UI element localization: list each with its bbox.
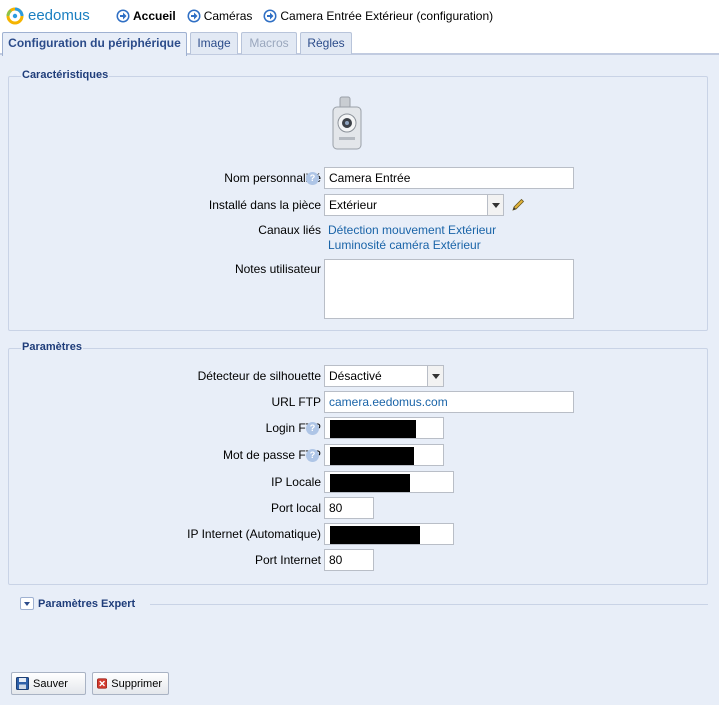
piece-row: Installé dans la pièce Extérieur (9, 194, 709, 216)
pencil-icon[interactable] (510, 197, 526, 213)
tab-image[interactable]: Image (190, 32, 238, 54)
ip-internet-label: IP Internet (Automatique) (187, 527, 321, 541)
url-ftp-input[interactable]: camera.eedomus.com (324, 391, 574, 413)
notes-label: Notes utilisateur (234, 262, 321, 276)
breadcrumb-label: Camera Entrée Extérieur (configuration) (280, 8, 494, 23)
canaux-row: Canaux liés Détection mouvement Extérieu… (9, 223, 709, 257)
top-bar: eedomus Accueil Caméras Camera Entrée Ex… (0, 0, 719, 31)
url-ftp-row: URL FTP camera.eedomus.com (9, 391, 709, 413)
save-label: Sauver (33, 677, 68, 690)
ip-locale-label: IP Locale (271, 475, 321, 489)
chevron-down-icon[interactable] (427, 366, 443, 386)
notes-row: Notes utilisateur (9, 259, 709, 321)
port-internet-label: Port Internet (254, 553, 321, 567)
redacted-value (330, 526, 420, 544)
login-ftp-row: Login FTP ? (9, 417, 709, 439)
redacted-value (330, 420, 416, 438)
floppy-disk-icon (16, 677, 29, 690)
logo[interactable]: eedomus (6, 7, 116, 25)
login-ftp-input[interactable] (324, 417, 444, 439)
url-ftp-label: URL FTP (271, 395, 321, 409)
ip-internet-row: IP Internet (Automatique) (9, 523, 709, 545)
silhouette-row: Détecteur de silhouette Désactivé (9, 365, 709, 387)
ip-locale-row: IP Locale (9, 471, 709, 493)
help-icon[interactable]: ? (306, 172, 319, 185)
expert-label: Paramètres Expert (38, 597, 136, 610)
help-icon[interactable]: ? (306, 449, 319, 462)
port-local-label: Port local (270, 501, 321, 515)
arrow-circle-icon (263, 9, 277, 22)
help-icon[interactable]: ? (306, 422, 319, 435)
canaux-label: Canaux liés (258, 223, 321, 237)
parametres-legend: Paramètres (21, 341, 83, 353)
camera-icon (332, 96, 362, 150)
arrow-circle-icon (116, 9, 130, 22)
divider (150, 604, 708, 605)
delete-label: Supprimer (111, 677, 162, 690)
eedomus-logo-icon (6, 7, 24, 24)
tab-regles[interactable]: Règles (300, 32, 352, 54)
redacted-value (330, 474, 410, 492)
silhouette-value: Désactivé (329, 369, 382, 383)
brand-name: eedomus (28, 7, 90, 24)
breadcrumb-current[interactable]: Camera Entrée Extérieur (configuration) (263, 9, 493, 23)
breadcrumb-label: Accueil (133, 8, 176, 23)
delete-icon (97, 678, 108, 689)
tab-bar: Configuration du périphérique Image Macr… (0, 30, 719, 56)
port-local-input[interactable]: 80 (324, 497, 374, 519)
mdp-ftp-input[interactable] (324, 444, 444, 466)
expert-toggle[interactable]: Paramètres Expert (20, 597, 135, 610)
breadcrumb-accueil[interactable]: Accueil (116, 9, 176, 23)
nom-input[interactable]: Camera Entrée (324, 167, 574, 189)
arrow-circle-icon (187, 9, 201, 22)
ip-internet-input[interactable] (324, 523, 454, 545)
breadcrumb-cameras[interactable]: Caméras (187, 8, 253, 23)
breadcrumb-label: Caméras (203, 8, 253, 23)
chevron-down-icon[interactable] (487, 195, 503, 215)
caracteristiques-legend: Caractéristiques (21, 69, 110, 81)
piece-label: Installé dans la pièce (208, 198, 321, 212)
ip-locale-input[interactable] (324, 471, 454, 493)
caracteristiques-fieldset: Caractéristiques Nom personnalisé ? Came… (8, 69, 709, 331)
canal-link[interactable]: Détection mouvement Extérieur (328, 223, 496, 237)
expand-icon[interactable] (20, 597, 34, 610)
silhouette-label: Détecteur de silhouette (197, 369, 321, 383)
piece-value: Extérieur (329, 198, 378, 212)
notes-textarea[interactable] (324, 259, 574, 319)
delete-button[interactable]: Supprimer (92, 672, 169, 695)
piece-select[interactable]: Extérieur (324, 194, 504, 216)
port-local-row: Port local 80 (9, 497, 709, 519)
port-internet-input[interactable]: 80 (324, 549, 374, 571)
nom-row: Nom personnalisé ? Camera Entrée (9, 167, 709, 189)
silhouette-select[interactable]: Désactivé (324, 365, 444, 387)
redacted-value (330, 447, 414, 465)
canal-link[interactable]: Luminosité caméra Extérieur (328, 238, 481, 252)
port-internet-row: Port Internet 80 (9, 549, 709, 571)
mdp-ftp-row: Mot de passe FTP ? (9, 444, 709, 466)
tab-macros: Macros (241, 32, 297, 54)
save-button[interactable]: Sauver (11, 672, 86, 695)
parametres-fieldset: Paramètres Détecteur de silhouette Désac… (8, 341, 709, 585)
tab-configuration[interactable]: Configuration du périphérique (2, 32, 187, 56)
